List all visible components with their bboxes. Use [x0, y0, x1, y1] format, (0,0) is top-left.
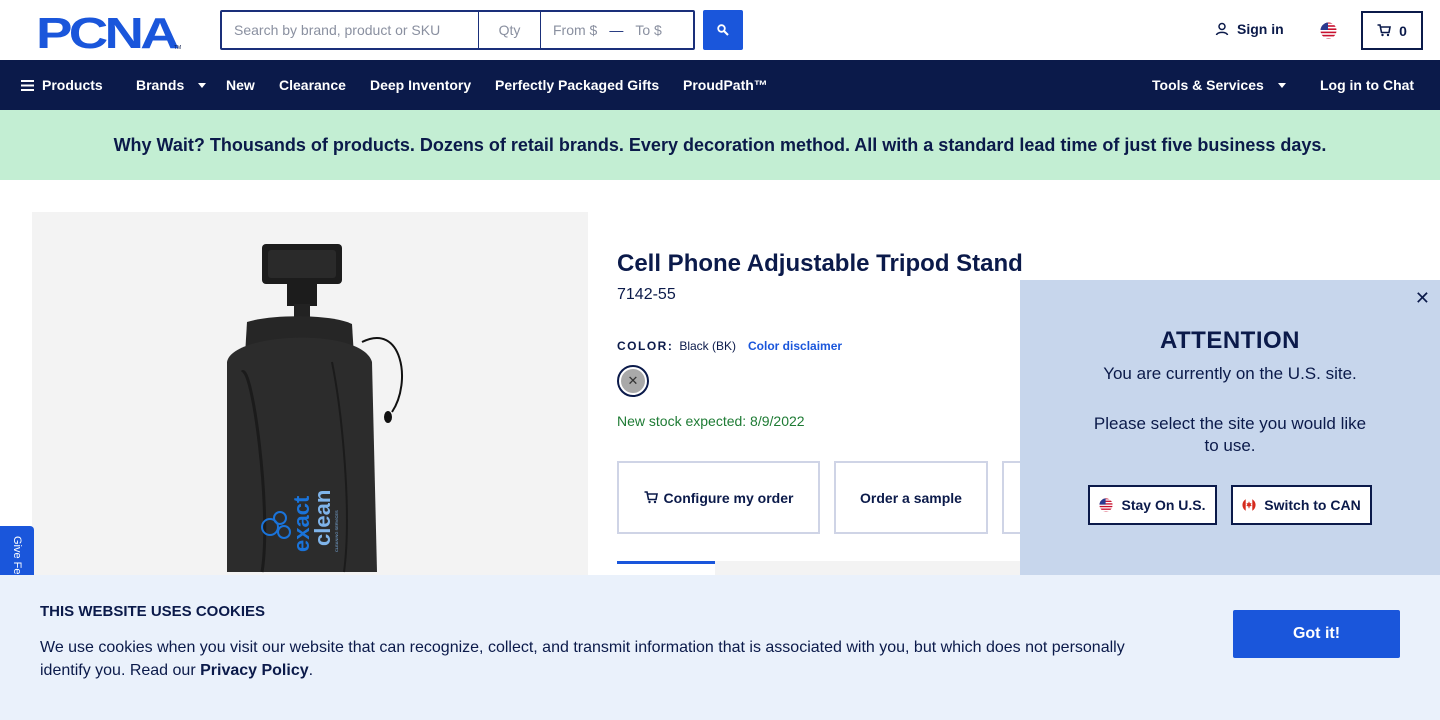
nav-products[interactable]: Products	[21, 77, 103, 93]
cart-icon	[644, 491, 658, 504]
price-from-placeholder: From $	[553, 22, 598, 38]
order-sample-button[interactable]: Order a sample	[834, 461, 988, 534]
search-bar: Search by brand, product or SKU Qty From…	[220, 10, 695, 50]
bag-logo-word2: clean	[310, 490, 335, 546]
nav-packaged-gifts[interactable]: Perfectly Packaged Gifts	[495, 77, 659, 93]
color-value: Black (BK)	[679, 339, 737, 353]
nav-deep-inventory[interactable]: Deep Inventory	[370, 77, 471, 93]
hamburger-icon	[21, 79, 34, 91]
stock-status: New stock expected: 8/9/2022	[617, 413, 805, 429]
sign-in-label: Sign in	[1237, 21, 1284, 37]
cookie-banner: THIS WEBSITE USES COOKIES We use cookies…	[0, 575, 1440, 720]
configure-order-label: Configure my order	[663, 489, 794, 506]
color-swatch-black[interactable]: ✕	[617, 365, 649, 397]
product-title: Cell Phone Adjustable Tripod Stand	[617, 250, 1023, 277]
canada-flag-icon	[1242, 498, 1256, 512]
privacy-policy-link[interactable]: Privacy Policy	[200, 662, 309, 679]
nav-tools-label: Tools & Services	[1152, 77, 1264, 93]
search-input-placeholder: Search by brand, product or SKU	[234, 22, 441, 38]
user-icon	[1215, 22, 1229, 36]
nav-chat-label: Log in to Chat	[1320, 77, 1415, 93]
nav-clearance-label: Clearance	[279, 77, 346, 93]
color-row: COLOR: Black (BK) Color disclaimer	[617, 339, 842, 353]
chevron-down-icon	[198, 82, 207, 88]
stay-us-label: Stay On U.S.	[1121, 497, 1206, 513]
logo-text: PCNA	[36, 12, 179, 50]
attention-title: ATTENTION	[1159, 327, 1301, 354]
nav-new-label: New	[226, 77, 255, 93]
order-sample-label: Order a sample	[860, 489, 962, 506]
configure-order-button[interactable]: Configure my order	[617, 461, 820, 534]
product-sku: 7142-55	[617, 286, 676, 303]
feedback-label: Give Fe	[11, 536, 23, 575]
stay-us-button[interactable]: Stay On U.S.	[1088, 485, 1217, 525]
cart-count: 0	[1399, 22, 1407, 39]
quantity-input[interactable]: Qty	[479, 12, 541, 48]
nav-brands[interactable]: Brands	[136, 77, 207, 93]
attention-message-select: Please select the site you would like to…	[1093, 414, 1367, 455]
nav-chat-login[interactable]: Log in to Chat	[1320, 77, 1414, 93]
pcna-logo[interactable]: PCNA TM	[36, 9, 184, 58]
switch-can-label: Switch to CAN	[1264, 497, 1361, 513]
nav-new[interactable]: New	[226, 77, 255, 93]
color-label: COLOR:	[617, 339, 674, 353]
us-flag-icon[interactable]	[1320, 22, 1337, 39]
chevron-down-icon	[1277, 82, 1286, 88]
site-header: PCNA TM Search by brand, product or SKU …	[0, 0, 1440, 60]
main-nav: Products Brands New Clearance Deep Inven…	[0, 60, 1440, 110]
active-tab-indicator	[617, 561, 715, 564]
nav-packaged-gifts-label: Perfectly Packaged Gifts	[495, 77, 660, 93]
quantity-placeholder: Qty	[498, 22, 521, 38]
site-selector-popup: ✕ ATTENTION You are currently on the U.S…	[1020, 280, 1440, 575]
close-icon: ✕	[621, 369, 645, 393]
sign-in-link[interactable]: Sign in	[1215, 21, 1284, 37]
nav-brands-label: Brands	[136, 77, 185, 93]
cookie-text: We use cookies when you visit our websit…	[40, 636, 1160, 682]
nav-tools-services[interactable]: Tools & Services	[1152, 77, 1286, 93]
search-button[interactable]	[703, 10, 743, 50]
nav-proudpath[interactable]: ProudPath™	[683, 77, 768, 93]
logo-trademark: TM	[174, 45, 181, 50]
price-range-input[interactable]: From $ — To $	[541, 12, 693, 48]
tab-strip	[715, 561, 1020, 575]
search-icon	[717, 24, 729, 36]
bag-logo-sub: CLEANING SERVICES	[334, 510, 339, 552]
close-icon[interactable]: ✕	[1415, 288, 1430, 309]
cookie-heading: THIS WEBSITE USES COOKIES	[40, 603, 266, 620]
nav-products-label: Products	[42, 77, 103, 93]
cart-icon	[1377, 24, 1392, 37]
cart-button[interactable]: 0	[1361, 11, 1423, 50]
promo-text: Why Wait? Thousands of products. Dozens …	[113, 134, 1327, 155]
search-input[interactable]: Search by brand, product or SKU	[222, 12, 479, 48]
attention-message-current: You are currently on the U.S. site.	[1103, 364, 1357, 383]
price-to-placeholder: To $	[635, 22, 662, 38]
switch-can-button[interactable]: Switch to CAN	[1231, 485, 1372, 525]
cookie-accept-button[interactable]: Got it!	[1233, 610, 1400, 658]
nav-clearance[interactable]: Clearance	[279, 77, 346, 93]
color-disclaimer-link[interactable]: Color disclaimer	[748, 339, 842, 353]
promo-banner: Why Wait? Thousands of products. Dozens …	[0, 110, 1440, 180]
us-flag-icon	[1099, 498, 1114, 512]
range-dash: —	[609, 22, 624, 38]
nav-deep-inventory-label: Deep Inventory	[370, 77, 472, 93]
cookie-period: .	[308, 662, 314, 679]
nav-proudpath-label: ProudPath™	[683, 77, 768, 93]
